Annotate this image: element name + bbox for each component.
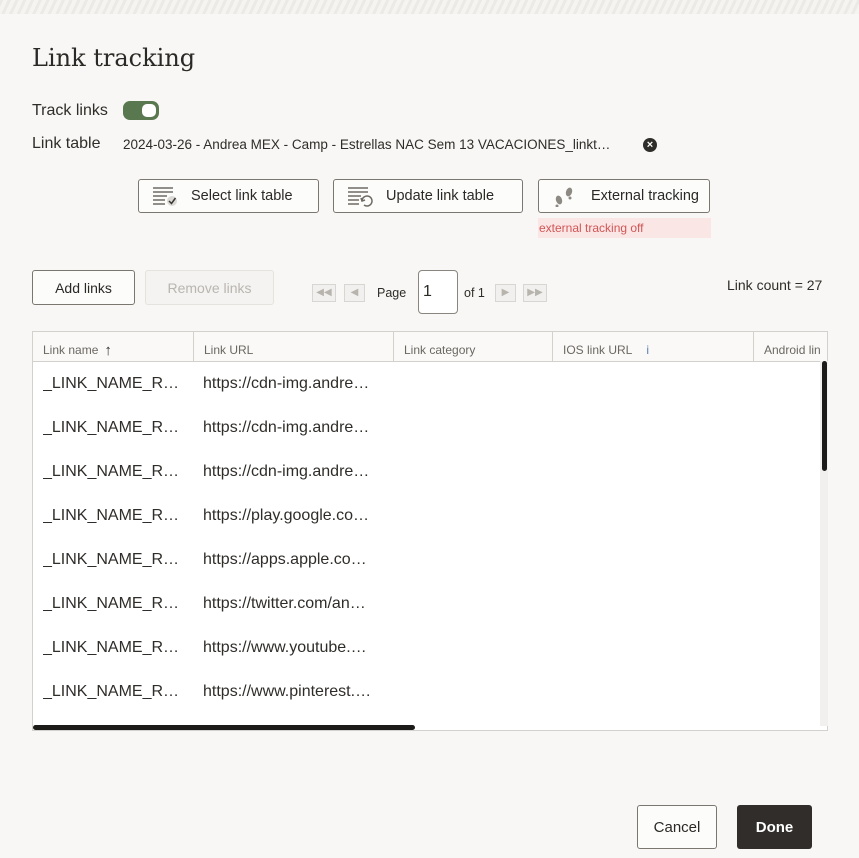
table-row[interactable]: _LINK_NAME_RE… https://cdn-img.andre…	[33, 406, 823, 450]
link-table-label: Link table	[32, 135, 101, 152]
clear-link-table-icon[interactable]: ×	[643, 138, 657, 152]
external-tracking-button[interactable]: External tracking	[538, 179, 710, 213]
table-row[interactable]: _LINK_NAME_RE… https://www.pinterest.…	[33, 670, 823, 714]
dialog-title: Link tracking	[32, 44, 196, 72]
link-name-cell: _LINK_NAME_RE…	[43, 375, 188, 392]
link-url-cell: https://cdn-img.andre…	[203, 419, 370, 436]
column-header-link-url[interactable]: Link URL	[194, 332, 394, 362]
page-label: Page	[377, 286, 407, 300]
link-url-cell: https://www.youtube.…	[203, 639, 367, 656]
column-header-link-category[interactable]: Link category	[394, 332, 553, 362]
table-row[interactable]: _LINK_NAME_RE… https://play.google.co…	[33, 494, 823, 538]
page-total-label: of 1	[464, 286, 485, 300]
last-page-icon[interactable]: ▶▶	[523, 284, 547, 302]
select-link-table-label: Select link table	[191, 188, 293, 204]
link-count: Link count = 27	[727, 277, 823, 293]
cancel-button[interactable]: Cancel	[637, 805, 717, 849]
link-url-cell: https://twitter.com/an…	[203, 595, 366, 612]
grid-header: Link name ↑ Link URL Link category IOS li…	[33, 332, 827, 362]
table-row[interactable]: _LINK_NAME_RE… https://www.youtube.…	[33, 626, 823, 670]
sort-ascending-icon[interactable]: ↑	[104, 343, 112, 358]
list-check-icon	[151, 185, 179, 207]
update-link-table-button[interactable]: Update link table	[333, 179, 523, 213]
link-name-cell: _LINK_NAME_RE…	[43, 639, 188, 656]
done-button[interactable]: Done	[737, 805, 812, 849]
first-page-icon[interactable]: ◀◀	[312, 284, 336, 302]
link-table-value: 2024-03-26 - Andrea MEX - Camp - Estrell…	[123, 137, 611, 152]
column-header-link-name[interactable]: Link name ↑	[33, 332, 194, 362]
select-link-table-button[interactable]: Select link table	[138, 179, 319, 213]
update-link-table-label: Update link table	[386, 188, 495, 204]
remove-links-button[interactable]: Remove links	[145, 270, 274, 305]
link-url-cell: https://cdn-img.andre…	[203, 463, 370, 480]
list-refresh-icon	[346, 185, 374, 207]
links-grid: Link name ↑ Link URL Link category IOS li…	[32, 331, 828, 731]
column-header-ios-link-url[interactable]: IOS link URL i	[553, 332, 754, 362]
track-links-label: Track links	[32, 102, 108, 119]
toggle-knob	[142, 104, 156, 117]
link-name-cell: _LINK_NAME_RE…	[43, 551, 188, 568]
table-row[interactable]: _LINK_NAME_RE… https://cdn-img.andre…	[33, 450, 823, 494]
link-name-cell: _LINK_NAME_RE…	[43, 419, 188, 436]
external-tracking-label: External tracking	[591, 188, 699, 204]
link-name-cell: _LINK_NAME_RE…	[43, 683, 188, 700]
link-url-cell: https://apps.apple.co…	[203, 551, 367, 568]
next-page-icon[interactable]: ▶	[495, 284, 516, 302]
link-name-cell: _LINK_NAME_RE…	[43, 507, 188, 524]
link-name-cell: _LINK_NAME_RE…	[43, 463, 188, 480]
info-icon[interactable]: i	[646, 343, 649, 357]
table-row[interactable]: _LINK_NAME_RE… https://twitter.com/an…	[33, 582, 823, 626]
link-url-cell: https://cdn-img.andre…	[203, 375, 370, 392]
footprints-icon	[551, 185, 579, 208]
vertical-scrollbar-thumb[interactable]	[822, 361, 827, 471]
previous-page-icon[interactable]: ◀	[344, 284, 365, 302]
external-tracking-status: external tracking off	[538, 218, 711, 238]
table-row[interactable]: _LINK_NAME_RE… https://cdn-img.andre…	[33, 362, 823, 406]
track-links-toggle[interactable]	[123, 101, 159, 120]
page-number-input[interactable]	[418, 270, 458, 314]
add-links-button[interactable]: Add links	[32, 270, 135, 305]
link-name-cell: _LINK_NAME_RE…	[43, 595, 188, 612]
table-row[interactable]: _LINK_NAME_RE… https://apps.apple.co…	[33, 538, 823, 582]
link-url-cell: https://play.google.co…	[203, 507, 370, 524]
decorative-header-pattern	[0, 0, 859, 14]
link-url-cell: https://www.pinterest.…	[203, 683, 372, 700]
horizontal-scrollbar-thumb[interactable]	[33, 725, 415, 730]
column-header-android-link-url[interactable]: Android lin	[754, 332, 827, 362]
